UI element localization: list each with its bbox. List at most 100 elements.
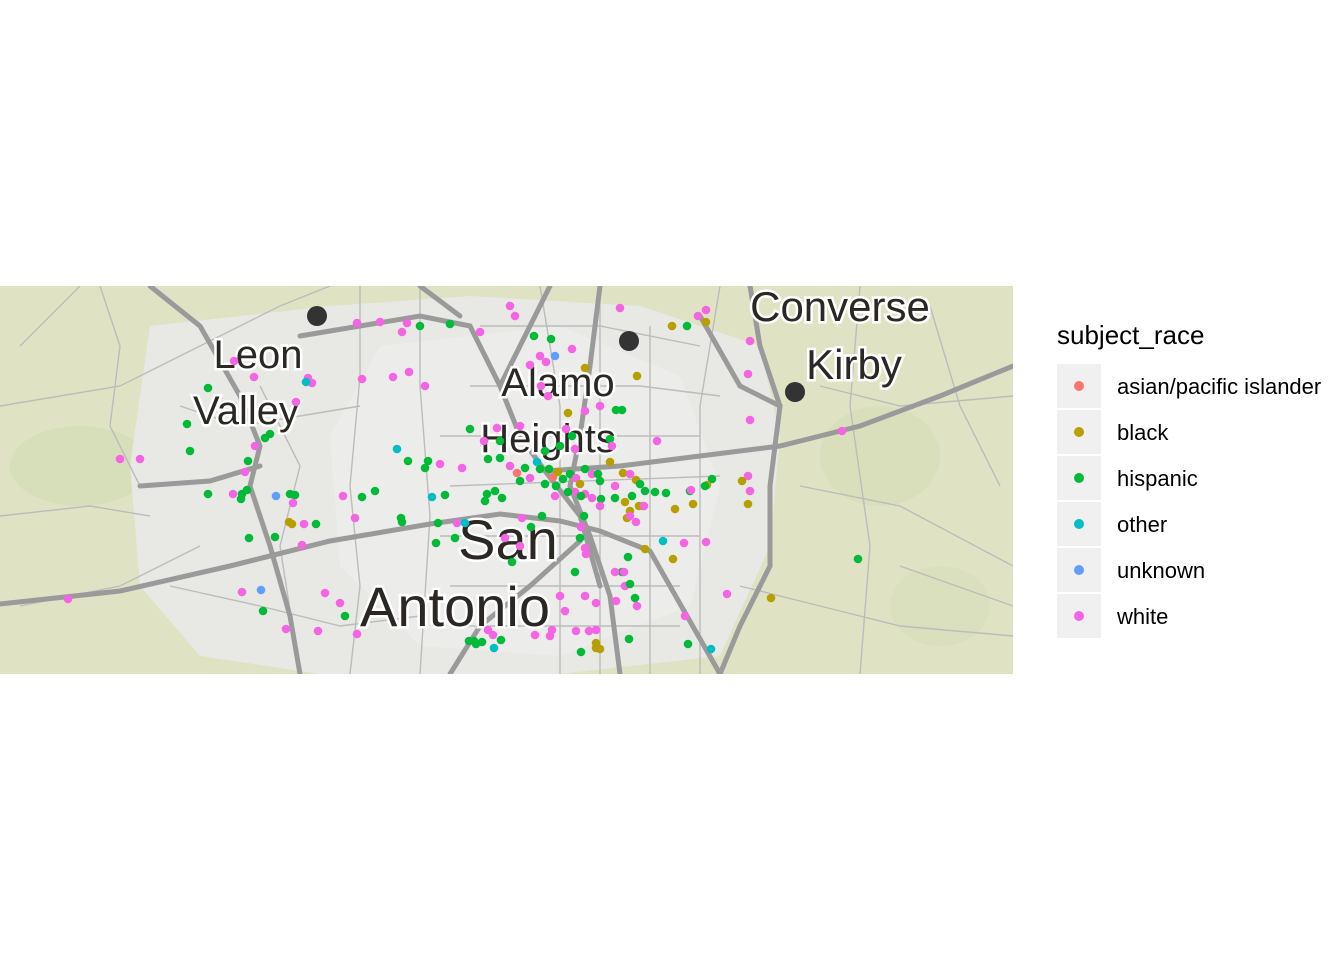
stop-point — [610, 493, 620, 503]
stop-point — [495, 453, 505, 463]
stop-point — [541, 357, 551, 367]
legend-dot-icon — [1074, 565, 1084, 575]
stop-point — [250, 441, 260, 451]
stop-point — [340, 611, 350, 621]
stop-point — [701, 305, 711, 315]
stop-point — [507, 557, 517, 567]
stop-point — [182, 419, 192, 429]
map-panel[interactable]: Leon Valley Alamo Heights Converse Kirby… — [0, 286, 1013, 674]
stop-point — [357, 374, 367, 384]
stop-point — [530, 630, 540, 640]
stop-point — [580, 406, 590, 416]
basemap: Leon Valley Alamo Heights Converse Kirby… — [0, 286, 1013, 674]
stop-point — [693, 311, 703, 321]
stop-point — [243, 456, 253, 466]
stop-point — [853, 554, 863, 564]
stop-point — [445, 319, 455, 329]
legend-dot-icon — [1074, 381, 1084, 391]
legend-label: unknown — [1117, 558, 1206, 583]
legend-key — [1057, 594, 1101, 638]
stop-point — [433, 518, 443, 528]
stop-point — [595, 476, 605, 486]
legend-label: hispanic — [1117, 466, 1198, 491]
stop-point — [270, 532, 280, 542]
legend-item-black: black — [1057, 410, 1344, 456]
stop-point — [688, 499, 698, 509]
stop-point — [547, 625, 557, 635]
stop-point — [515, 421, 525, 431]
stop-point — [287, 519, 297, 529]
stop-point — [536, 381, 546, 391]
stop-point — [555, 591, 565, 601]
stop-point — [450, 533, 460, 543]
stop-point — [370, 486, 380, 496]
stop-point — [661, 488, 671, 498]
legend: subject_race asian/pacific islander blac… — [1057, 318, 1344, 640]
stop-point — [352, 318, 362, 328]
stop-point — [420, 381, 430, 391]
stop-point — [610, 567, 620, 577]
stop-point — [404, 367, 414, 377]
stop-point — [388, 372, 398, 382]
stop-point — [203, 383, 213, 393]
stop-point — [249, 372, 259, 382]
stop-point — [570, 444, 580, 454]
stop-point — [743, 369, 753, 379]
stop-point — [581, 549, 591, 559]
legend-label: other — [1117, 512, 1168, 537]
stop-point — [281, 624, 291, 634]
stop-point — [575, 533, 585, 543]
stop-point — [244, 533, 254, 543]
stop-point — [510, 311, 520, 321]
stop-point — [610, 481, 620, 491]
stop-point — [550, 491, 560, 501]
stop-point — [625, 511, 635, 521]
stop-point — [670, 504, 680, 514]
stop-point — [635, 479, 645, 489]
stop-point — [625, 579, 635, 589]
stop-point — [490, 486, 500, 496]
stop-point — [615, 303, 625, 313]
stop-point — [63, 594, 73, 604]
stop-point — [580, 464, 590, 474]
stop-point — [558, 474, 568, 484]
stop-point — [766, 593, 776, 603]
stop-point — [563, 408, 573, 418]
stop-point — [260, 433, 270, 443]
legend-key — [1057, 548, 1101, 592]
stop-point — [540, 479, 550, 489]
stop-point — [605, 457, 615, 467]
stop-point — [440, 490, 450, 500]
stop-point — [546, 334, 556, 344]
stop-point — [475, 327, 485, 337]
stop-point — [236, 494, 246, 504]
stop-point — [722, 589, 732, 599]
stop-point — [500, 533, 510, 543]
legend-dot-icon — [1074, 473, 1084, 483]
stop-point — [291, 397, 301, 407]
stop-point — [639, 501, 649, 511]
stop-point — [115, 454, 125, 464]
stop-point — [632, 601, 642, 611]
legend-key — [1057, 502, 1101, 546]
stop-point — [488, 630, 498, 640]
stop-point — [630, 593, 640, 603]
stop-point — [579, 511, 589, 521]
stop-point — [540, 446, 550, 456]
stop-point — [580, 591, 590, 601]
stop-point — [567, 344, 577, 354]
stop-point — [480, 496, 490, 506]
legend-item-hispanic: hispanic — [1057, 456, 1344, 502]
stop-point — [135, 454, 145, 464]
stop-point — [495, 436, 505, 446]
stop-point — [745, 415, 755, 425]
stop-point — [543, 391, 553, 401]
legend-label: white — [1117, 604, 1169, 629]
stop-point — [591, 625, 601, 635]
stop-point — [640, 544, 650, 554]
stop-point — [682, 321, 692, 331]
stop-point — [415, 321, 425, 331]
stop-point — [580, 363, 590, 373]
stop-point — [435, 459, 445, 469]
stop-point — [301, 377, 311, 387]
